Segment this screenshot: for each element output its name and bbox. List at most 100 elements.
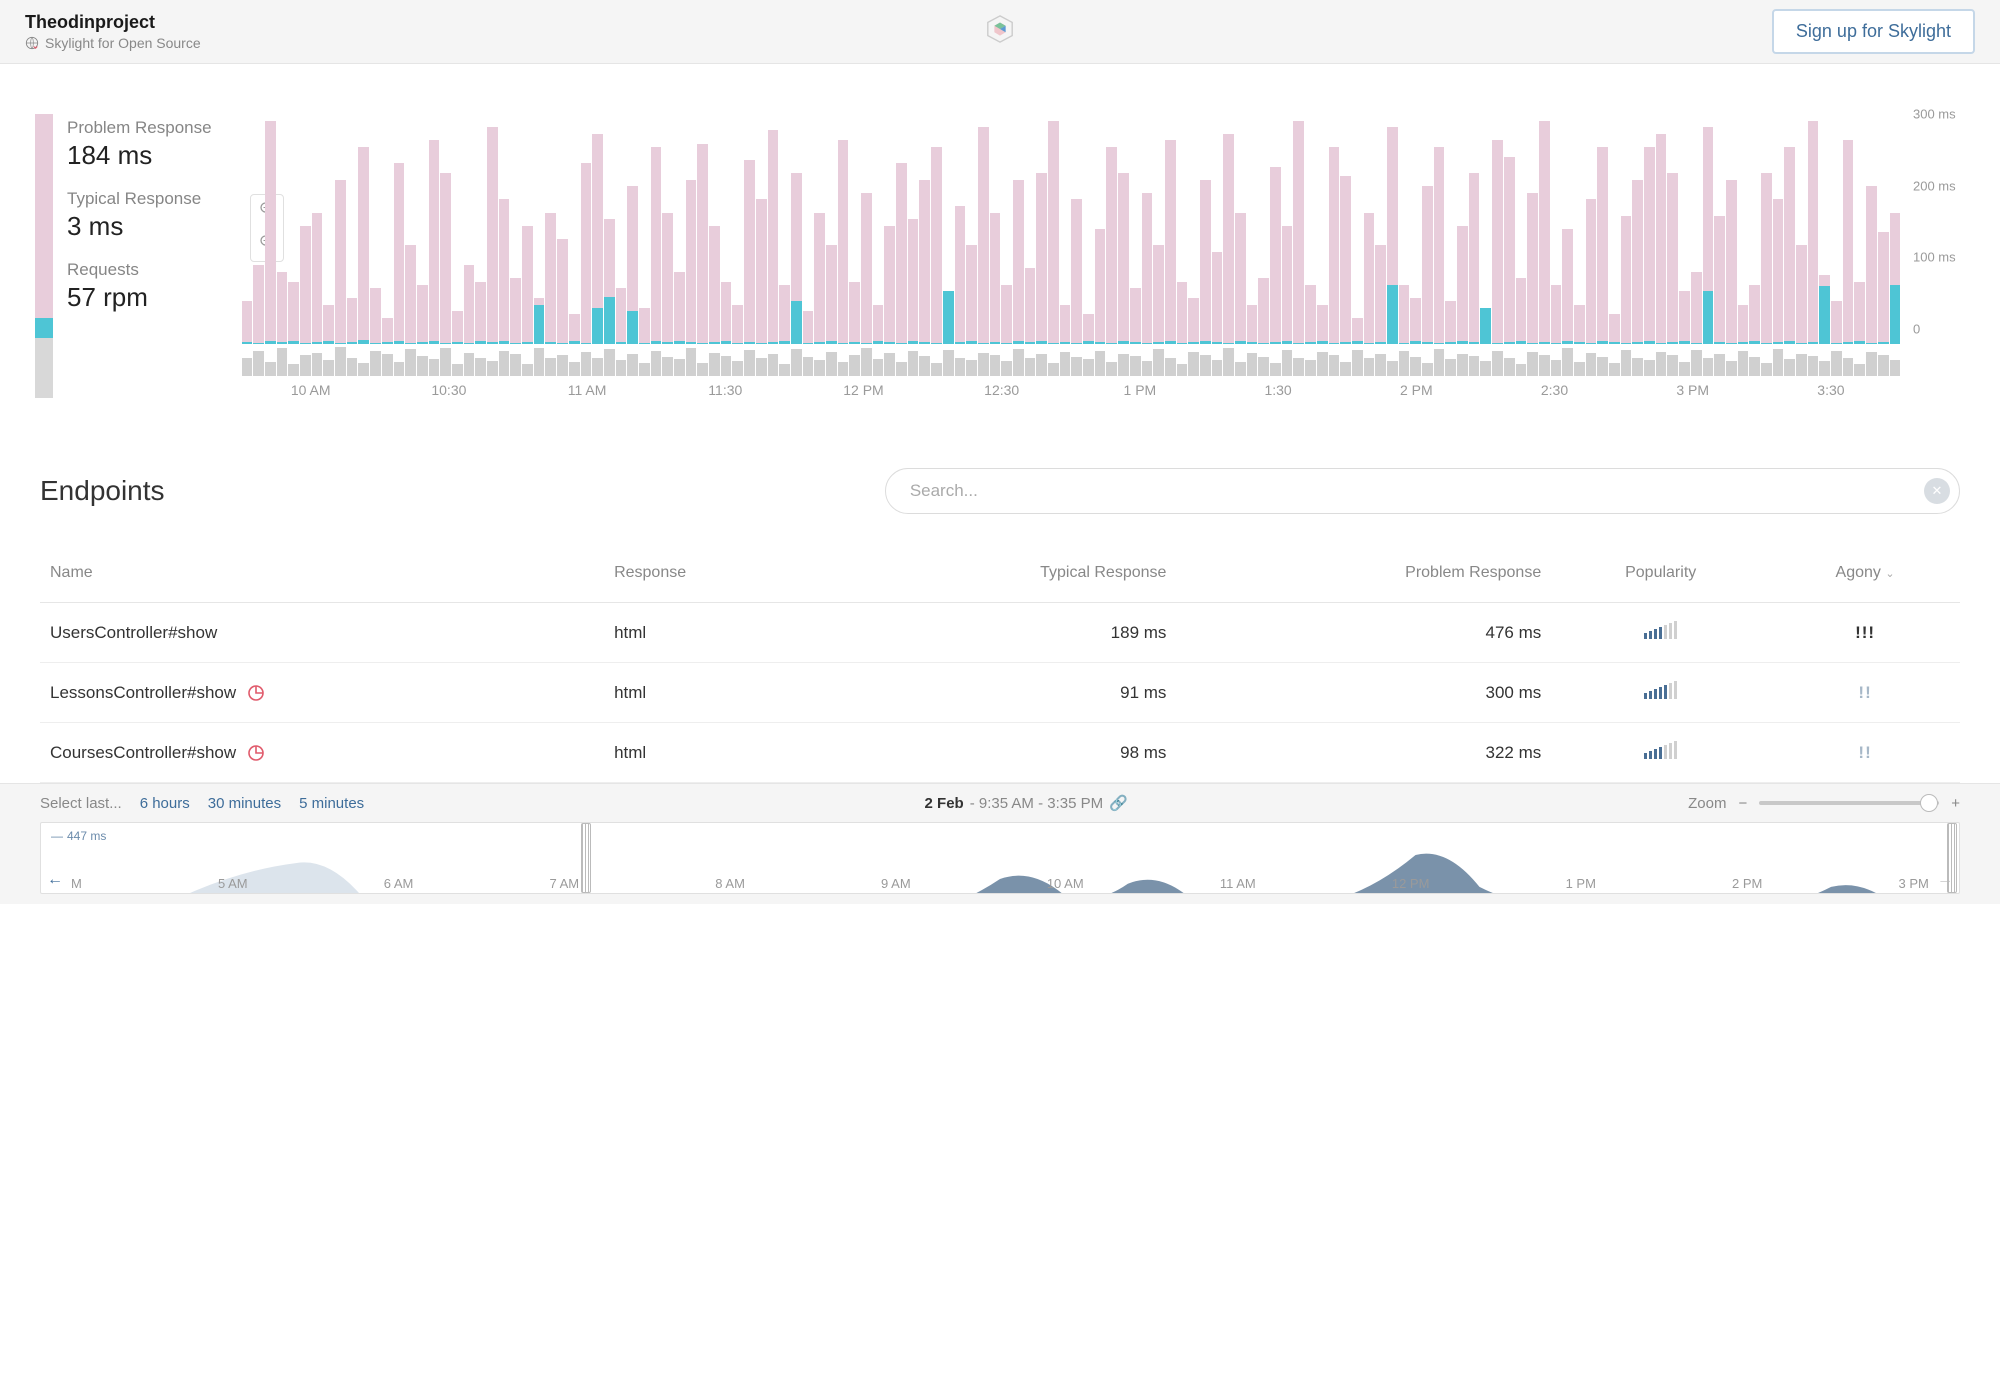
clear-icon[interactable]: ✕ xyxy=(1924,478,1950,504)
chart-bar[interactable] xyxy=(1223,134,1234,344)
table-row[interactable]: UsersController#show html189 ms476 ms!!! xyxy=(40,603,1960,663)
chart-bar[interactable] xyxy=(1212,252,1223,344)
chart-bar[interactable] xyxy=(1738,305,1749,344)
chart-bar[interactable] xyxy=(487,127,498,344)
chart-bar[interactable] xyxy=(744,160,755,344)
chart-bar[interactable] xyxy=(335,180,346,344)
chart-bar[interactable] xyxy=(417,285,428,344)
chart-bar[interactable] xyxy=(1282,226,1293,344)
col-agony[interactable]: Agony ⌄ xyxy=(1770,544,1960,603)
chart-bar[interactable] xyxy=(616,288,627,344)
chart-bar[interactable] xyxy=(1130,288,1141,344)
col-name[interactable]: Name xyxy=(40,544,604,603)
chart-bar[interactable] xyxy=(908,219,919,344)
timeline-date-range[interactable]: 2 Feb - 9:35 AM - 3:35 PM 🔗 xyxy=(925,794,1128,812)
chart-bar[interactable] xyxy=(803,311,814,344)
chart-bar[interactable] xyxy=(1516,278,1527,344)
header-logo[interactable] xyxy=(985,14,1015,49)
chart-bar[interactable] xyxy=(1188,298,1199,344)
chart-bar[interactable] xyxy=(639,308,650,344)
chart-bar[interactable] xyxy=(347,298,358,344)
chart-bar[interactable] xyxy=(581,163,592,344)
chart-bar[interactable] xyxy=(312,213,323,344)
chart-bar[interactable] xyxy=(896,163,907,344)
chart-bar[interactable] xyxy=(1749,285,1760,344)
chart-bar[interactable] xyxy=(1247,305,1258,344)
chart-bar[interactable] xyxy=(1632,180,1643,344)
search-input[interactable] xyxy=(885,468,1960,514)
chart-bar[interactable] xyxy=(1200,180,1211,344)
chart-bar[interactable] xyxy=(1177,282,1188,344)
scroll-left-icon[interactable]: ← xyxy=(47,871,63,889)
chart-bar[interactable] xyxy=(721,282,732,344)
chart-bar[interactable] xyxy=(1071,199,1082,344)
timeline-chart[interactable]: 447 ms ← → M5 AM6 AM7 AM8 AM9 AM10 AM11 … xyxy=(40,822,1960,894)
chart-bar[interactable] xyxy=(838,140,849,344)
chart-bar[interactable] xyxy=(288,282,299,344)
chart-bar[interactable] xyxy=(861,193,872,344)
chart-bar[interactable] xyxy=(370,288,381,344)
col-popularity[interactable]: Popularity xyxy=(1551,544,1770,603)
chart-bar[interactable] xyxy=(1796,245,1807,344)
chart-bar[interactable] xyxy=(545,213,556,344)
chart-bars[interactable] xyxy=(242,114,1900,344)
chart-bar[interactable] xyxy=(604,219,615,344)
chart-bar[interactable] xyxy=(1866,186,1877,344)
chart-bar[interactable] xyxy=(1679,291,1690,344)
chart-bar[interactable] xyxy=(1305,285,1316,344)
chart-bar[interactable] xyxy=(394,163,405,344)
chart-bar[interactable] xyxy=(990,213,1001,344)
chart-bar[interactable] xyxy=(1235,213,1246,344)
chart-bar[interactable] xyxy=(919,180,930,344)
chart-bar[interactable] xyxy=(1480,308,1491,344)
chart-bar[interactable] xyxy=(429,140,440,344)
chart-bar[interactable] xyxy=(966,245,977,344)
chart-bar[interactable] xyxy=(1329,147,1340,344)
chart-bar[interactable] xyxy=(955,206,966,344)
chart-bar[interactable] xyxy=(592,134,603,344)
chart-bar[interactable] xyxy=(1106,147,1117,344)
chart-bar[interactable] xyxy=(1621,216,1632,344)
col-problem[interactable]: Problem Response xyxy=(1176,544,1551,603)
chart-bar[interactable] xyxy=(300,226,311,344)
col-response[interactable]: Response xyxy=(604,544,825,603)
chart-bar[interactable] xyxy=(1142,193,1153,344)
chart-bar[interactable] xyxy=(697,144,708,344)
chart-bar[interactable] xyxy=(732,305,743,344)
chart-bar[interactable] xyxy=(1831,301,1842,344)
chart-bar[interactable] xyxy=(1013,180,1024,344)
chart-bar[interactable] xyxy=(1819,275,1830,344)
chart-bar[interactable] xyxy=(1597,147,1608,344)
chart-bar[interactable] xyxy=(1644,147,1655,344)
chart-bar[interactable] xyxy=(1399,285,1410,344)
link-5-minutes[interactable]: 5 minutes xyxy=(299,795,364,812)
zoom-thumb[interactable] xyxy=(1920,794,1938,812)
chart-bar[interactable] xyxy=(1691,272,1702,344)
chart-bar[interactable] xyxy=(756,199,767,344)
chart-bar[interactable] xyxy=(557,239,568,344)
table-row[interactable]: LessonsController#show html91 ms300 ms!! xyxy=(40,663,1960,723)
chart-bar[interactable] xyxy=(1726,180,1737,344)
col-typical[interactable]: Typical Response xyxy=(825,544,1176,603)
chart-bar[interactable] xyxy=(1001,285,1012,344)
chart-bar[interactable] xyxy=(1539,121,1550,344)
chart-bar[interactable] xyxy=(662,213,673,344)
chart-bar[interactable] xyxy=(1060,305,1071,344)
chart-bar[interactable] xyxy=(277,272,288,344)
chart-bar[interactable] xyxy=(884,226,895,344)
chart-bar[interactable] xyxy=(405,245,416,344)
chart-bar[interactable] xyxy=(1574,305,1585,344)
chart-bar[interactable] xyxy=(1656,134,1667,344)
signup-button[interactable]: Sign up for Skylight xyxy=(1772,9,1975,54)
chart-bar[interactable] xyxy=(1258,278,1269,344)
chart-bar[interactable] xyxy=(1293,121,1304,344)
chart-bar[interactable] xyxy=(1609,314,1620,344)
chart-bar[interactable] xyxy=(440,173,451,344)
chart-bar[interactable] xyxy=(686,180,697,344)
chart-bar[interactable] xyxy=(1445,301,1456,344)
chart-bar[interactable] xyxy=(1025,268,1036,344)
chart-bar[interactable] xyxy=(826,245,837,344)
chart-bar[interactable] xyxy=(709,226,720,344)
chart-bar[interactable] xyxy=(651,147,662,344)
response-chart[interactable]: 300 ms200 ms100 ms0 10 AM10:3011 AM11:30… xyxy=(242,114,1965,398)
